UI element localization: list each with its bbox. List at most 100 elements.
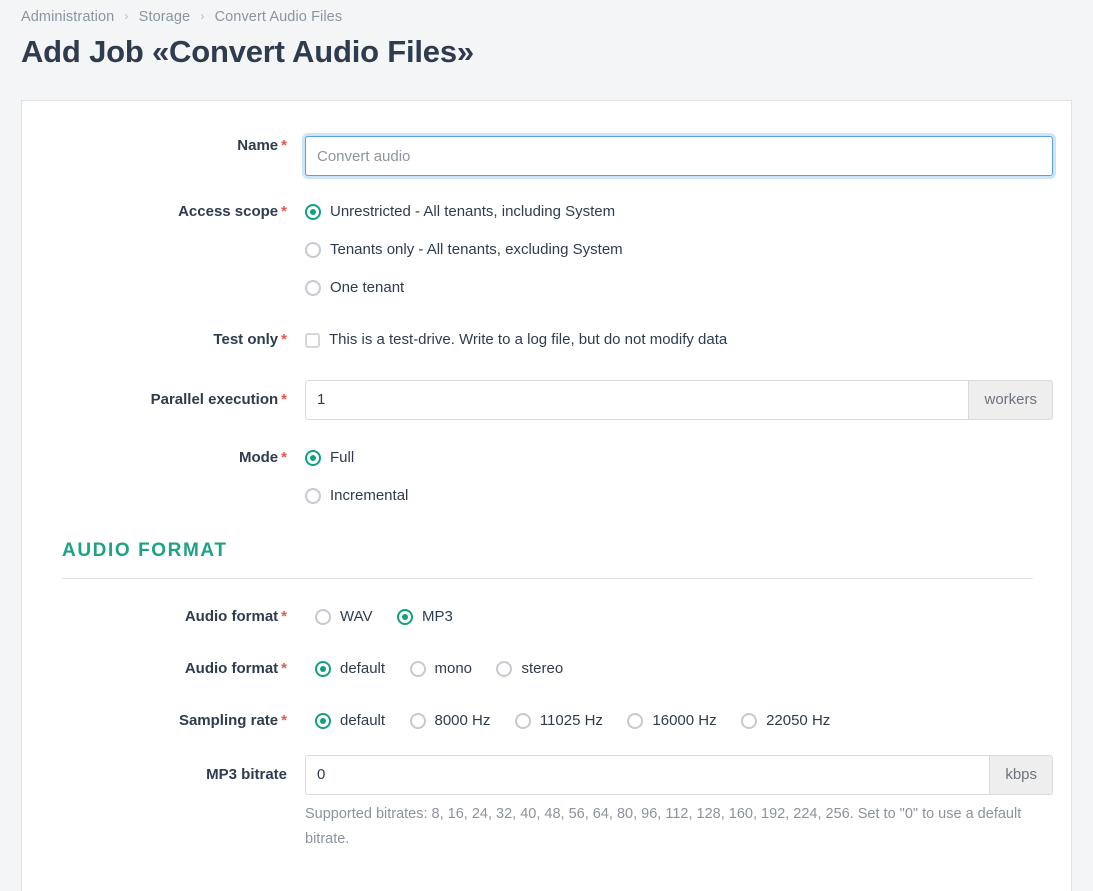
field-channels: default mono stereo [305, 659, 1053, 682]
name-input[interactable] [305, 136, 1053, 176]
form-row-channels: Audio format * default mono stereo [22, 659, 1071, 682]
radio-label: 22050 Hz [766, 711, 831, 729]
radio-mode-incremental[interactable]: Incremental [305, 486, 1053, 506]
breadcrumb-item-convert-audio-files[interactable]: Convert Audio Files [215, 9, 343, 25]
form-row-access-scope: Access scope * Unrestricted - All tenants… [22, 202, 1071, 298]
radio-label: Unrestricted - All tenants, including Sy… [330, 203, 616, 220]
checkbox-unchecked-icon[interactable] [305, 332, 320, 348]
radio-label: WAV [340, 607, 373, 625]
radio-selected-icon[interactable] [315, 660, 331, 677]
section-title-audio-format: AUDIO FORMAT [62, 539, 228, 561]
field-container-format: WAV MP3 [305, 607, 1053, 630]
field-parallel-execution: workers [305, 379, 1053, 420]
mp3-bitrate-help-text: Supported bitrates: 8, 16, 24, 32, 40, 4… [305, 805, 1022, 847]
form-row-mp3-bitrate: MP3 bitrate kbps Supported bitrates: 8, … [22, 754, 1071, 852]
page-title: Add Job «Convert Audio Files» [21, 34, 474, 69]
radio-channels-default[interactable]: default [315, 659, 385, 679]
radio-sampling-rate-8000[interactable]: 8000 Hz [409, 711, 491, 731]
radio-label: Full [330, 448, 355, 466]
mp3-bitrate-input[interactable] [305, 754, 990, 795]
label-parallel-execution: Parallel execution * [40, 390, 305, 410]
parallel-execution-input-group: workers [305, 379, 1053, 420]
radio-selected-icon[interactable] [396, 608, 413, 625]
radio-unselected-icon[interactable] [627, 712, 644, 729]
radio-unselected-icon[interactable] [409, 712, 426, 729]
mp3-bitrate-input-group: kbps [305, 754, 1053, 795]
label-access-scope-text: Access scope [178, 203, 279, 220]
radio-label: mono [434, 659, 473, 677]
audio-format-section: AUDIO FORMAT [22, 540, 1071, 579]
label-test-only-text: Test only [213, 331, 279, 348]
radio-unselected-icon[interactable] [305, 242, 321, 258]
required-marker: * [281, 203, 287, 220]
radio-unselected-icon[interactable] [305, 280, 321, 296]
parallel-execution-input[interactable] [305, 379, 969, 420]
radio-channels-stereo[interactable]: stereo [496, 659, 563, 679]
required-marker: * [281, 137, 287, 154]
breadcrumb-item-storage[interactable]: Storage [139, 9, 191, 25]
radio-container-format-mp3[interactable]: MP3 [396, 607, 453, 627]
label-mp3-bitrate: MP3 bitrate [40, 755, 305, 785]
label-sampling-rate: Sampling rate * [40, 711, 305, 731]
label-parallel-execution-text: Parallel execution [150, 390, 279, 408]
radio-unselected-icon[interactable] [305, 487, 321, 504]
checkbox-label: This is a test-drive. Write to a log fil… [329, 331, 728, 348]
radio-label: 11025 Hz [539, 711, 603, 729]
field-sampling-rate: default 8000 Hz 11025 Hz 16000 Hz 22050 … [305, 711, 1053, 734]
checkbox-test-only[interactable]: This is a test-drive. Write to a log fil… [305, 330, 727, 350]
radio-label: 8000 Hz [434, 711, 491, 729]
label-mode-text: Mode [238, 448, 279, 466]
radio-unselected-icon[interactable] [514, 712, 531, 729]
form-row-parallel-execution: Parallel execution* workers [22, 379, 1071, 420]
parallel-execution-unit-addon: workers [968, 379, 1053, 420]
section-divider [62, 577, 1033, 579]
label-access-scope: Access scope * [40, 202, 305, 222]
radio-selected-icon[interactable] [305, 204, 321, 220]
radio-unselected-icon[interactable] [741, 712, 758, 729]
label-channels: Audio format * [40, 659, 305, 679]
radio-access-scope-unrestricted[interactable]: Unrestricted - All tenants, including Sy… [305, 202, 1053, 222]
radio-container-format-wav[interactable]: WAV [315, 607, 373, 627]
breadcrumb-separator-icon: › [200, 9, 205, 23]
radio-sampling-rate-16000[interactable]: 16000 Hz [627, 711, 717, 731]
radio-channels-mono[interactable]: mono [409, 659, 473, 679]
radio-selected-icon[interactable] [305, 449, 321, 466]
required-marker: * [281, 448, 287, 466]
breadcrumb: Administration › Storage › Convert Audio… [0, 0, 1093, 25]
radio-label: default [340, 659, 386, 677]
breadcrumb-item-administration[interactable]: Administration [21, 9, 114, 25]
label-channels-text: Audio format [184, 659, 279, 677]
radio-label: Tenants only - All tenants, excluding Sy… [330, 241, 623, 258]
label-mode: Mode * [40, 448, 305, 468]
label-name: Name * [40, 136, 305, 156]
radio-selected-icon[interactable] [315, 712, 331, 729]
radio-sampling-rate-22050[interactable]: 22050 Hz [741, 711, 830, 731]
form-row-mode: Mode * Full Incremental [22, 448, 1071, 506]
form-row-sampling-rate: Sampling rate * default 8000 Hz 11025 Hz … [22, 711, 1071, 734]
required-marker: * [281, 659, 287, 677]
radio-access-scope-one-tenant[interactable]: One tenant [305, 278, 1053, 298]
radio-sampling-rate-default[interactable]: default [315, 711, 385, 731]
label-sampling-rate-text: Sampling rate [178, 711, 279, 729]
radio-label: stereo [521, 659, 564, 677]
radio-unselected-icon[interactable] [315, 608, 331, 625]
radio-unselected-icon[interactable] [496, 660, 513, 677]
radio-access-scope-tenants-only[interactable]: Tenants only - All tenants, excluding Sy… [305, 240, 1053, 260]
field-access-scope: Unrestricted - All tenants, including Sy… [305, 202, 1053, 298]
field-mode: Full Incremental [305, 448, 1053, 506]
required-marker: * [281, 607, 287, 625]
label-mp3-bitrate-text: MP3 bitrate [206, 765, 287, 783]
mp3-bitrate-unit-addon: kbps [989, 754, 1053, 795]
form-row-name: Name * [22, 136, 1071, 176]
radio-unselected-icon[interactable] [409, 660, 426, 677]
radio-label: 16000 Hz [652, 711, 717, 729]
label-test-only: Test only * [40, 330, 305, 350]
required-marker: * [281, 711, 287, 729]
required-marker: * [281, 331, 287, 348]
radio-label: MP3 [421, 607, 453, 625]
label-name-text: Name [237, 137, 279, 154]
radio-mode-full[interactable]: Full [305, 448, 1053, 468]
radio-sampling-rate-11025[interactable]: 11025 Hz [514, 711, 603, 731]
radio-label: default [340, 711, 386, 729]
required-marker: * [281, 390, 287, 408]
